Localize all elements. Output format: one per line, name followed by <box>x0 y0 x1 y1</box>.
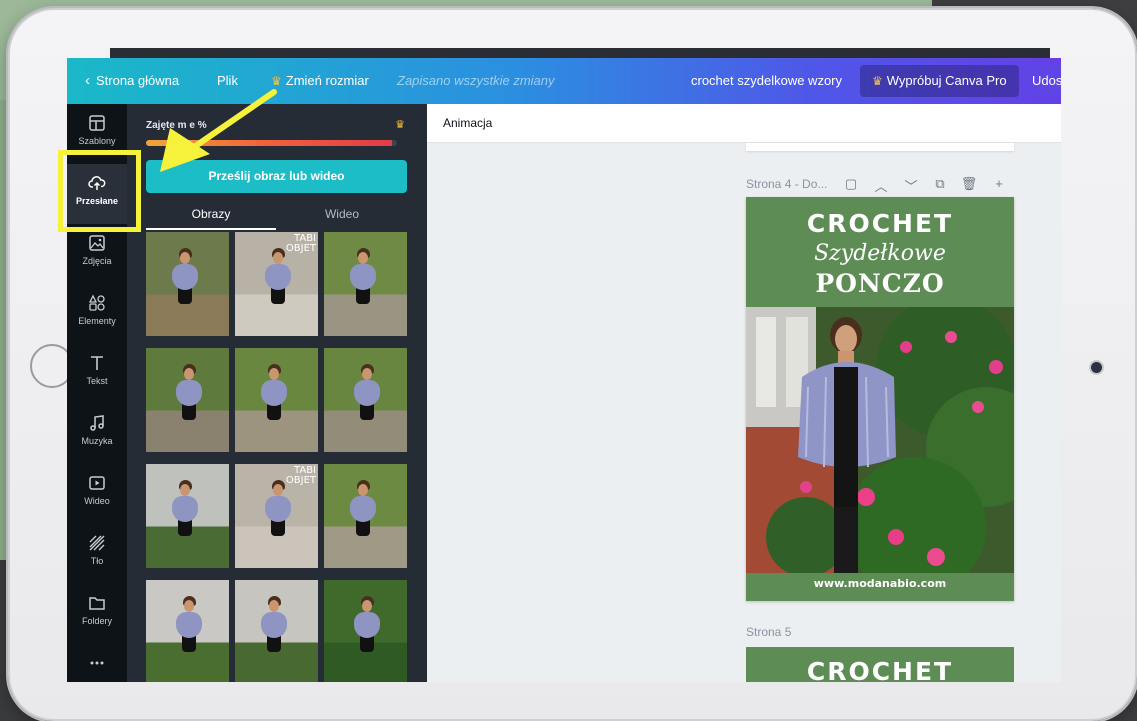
upload-thumbnail[interactable] <box>146 580 229 682</box>
upload-thumbnail[interactable] <box>324 232 407 336</box>
page-5-label[interactable]: Strona 5 <box>746 625 791 639</box>
tab-video[interactable]: Wideo <box>277 200 407 230</box>
document-title[interactable]: crochet szydelkowe wzory <box>691 58 842 104</box>
elements-icon <box>88 294 105 311</box>
folder-icon <box>89 597 105 610</box>
design-photo[interactable] <box>746 307 1014 573</box>
photos-icon <box>89 235 105 251</box>
rail-item-uploads[interactable]: Przesłane <box>67 164 127 224</box>
music-icon <box>90 415 104 431</box>
file-menu[interactable]: Plik <box>217 58 238 104</box>
design-title-szydelkowe[interactable]: Szydełkowe <box>746 241 1014 266</box>
upload-thumbnail[interactable] <box>324 348 407 452</box>
rail-item-folders[interactable]: Foldery <box>67 584 127 644</box>
rail-item-text[interactable]: Tekst <box>67 344 127 404</box>
rail-item-music[interactable]: Muzyka <box>67 404 127 464</box>
side-rail: Szablony Przesłane Zdjęcia Elementy Teks… <box>67 104 127 682</box>
upload-thumbnail[interactable]: TABI OBJET <box>235 232 318 336</box>
design-page-5[interactable]: CROCHET <box>746 647 1014 682</box>
thumbnail-sign-text: TABI OBJET <box>285 233 316 254</box>
thumbnail-sign-text: TABI OBJET <box>285 465 316 486</box>
background-icon <box>89 535 105 551</box>
upload-thumbnail[interactable] <box>146 348 229 452</box>
rail-item-video[interactable]: Wideo <box>67 464 127 524</box>
save-status: Zapisano wszystkie zmiany <box>397 73 555 88</box>
design-title-crochet[interactable]: CROCHET <box>746 209 1014 238</box>
upload-thumbnail[interactable] <box>324 464 407 568</box>
resize-menu[interactable]: ♛ Zmień rozmiar <box>271 58 369 104</box>
media-tabs: Obrazy Wideo <box>146 200 407 230</box>
crown-icon: ♛ <box>395 119 405 131</box>
rail-item-background[interactable]: Tło <box>67 524 127 584</box>
upload-thumbnail[interactable]: TABI OBJET <box>235 464 318 568</box>
storage-usage-label: Zajęte m e % <box>146 120 207 131</box>
upload-thumbnail[interactable] <box>235 348 318 452</box>
share-button[interactable]: Udos <box>1022 65 1061 97</box>
more-icon <box>90 661 104 665</box>
storage-usage-fill <box>146 140 392 146</box>
crown-icon: ♛ <box>271 74 282 88</box>
tablet-camera <box>1091 362 1102 373</box>
animation-button[interactable]: Animacja <box>443 104 492 143</box>
upload-thumbnail[interactable] <box>235 580 318 682</box>
rail-item-templates[interactable]: Szablony <box>67 104 127 164</box>
animation-toolbar: Animacja <box>427 104 1061 143</box>
top-bar: ‹ Strona główna Plik ♛ Zmień rozmiar Zapis… <box>67 58 1061 104</box>
templates-icon <box>89 115 105 131</box>
home-link[interactable]: ‹ Strona główna <box>85 58 179 104</box>
design-title-ponczo[interactable]: PONCZO <box>746 269 1014 298</box>
upload-thumbnail[interactable] <box>324 580 407 682</box>
upload-thumbnail[interactable] <box>146 464 229 568</box>
rail-item-elements[interactable]: Elementy <box>67 284 127 344</box>
screen-bezel <box>110 48 1050 58</box>
text-icon <box>91 356 103 370</box>
note-icon[interactable]: ▢ <box>842 176 860 192</box>
woman-in-garden-photo <box>746 307 1014 573</box>
chevron-down-icon[interactable]: ﹀ <box>902 176 920 195</box>
storage-usage-bar <box>146 140 397 146</box>
tab-images[interactable]: Obrazy <box>146 200 276 230</box>
editor-canvas: Animacja Strona 4 - Do... ▢ ︿ ﹀ ⧉ 🗑 + CR… <box>427 104 1061 682</box>
video-icon <box>89 476 105 490</box>
chevron-left-icon: ‹ <box>85 72 90 89</box>
trash-icon[interactable]: 🗑 <box>960 176 978 192</box>
canva-screen: ‹ Strona główna Plik ♛ Zmień rozmiar Zapis… <box>67 58 1061 682</box>
rail-item-more[interactable] <box>67 644 127 682</box>
upload-media-button[interactable]: Prześlij obraz lub wideo <box>146 160 407 193</box>
add-page-icon[interactable]: + <box>990 176 1008 191</box>
design-page-4[interactable]: CROCHET Szydełkowe PONCZO www.modanabio.… <box>746 197 1014 601</box>
duplicate-page-icon[interactable]: ⧉ <box>931 176 949 192</box>
previous-page[interactable] <box>746 143 1014 151</box>
upload-thumbnail[interactable] <box>146 232 229 336</box>
uploads-panel: Zajęte m e % ♛ Prześlij obraz lub wideo … <box>127 104 427 682</box>
try-pro-button[interactable]: ♛ Wypróbuj Canva Pro <box>860 65 1019 97</box>
rail-item-photos[interactable]: Zdjęcia <box>67 224 127 284</box>
chevron-up-icon[interactable]: ︿ <box>872 176 890 195</box>
upload-cloud-icon <box>88 176 106 190</box>
design-2-title-crochet[interactable]: CROCHET <box>746 657 1014 682</box>
crown-icon: ♛ <box>872 74 883 88</box>
design-website-url[interactable]: www.modanabio.com <box>746 577 1014 590</box>
page-4-label[interactable]: Strona 4 - Do... <box>746 177 827 191</box>
